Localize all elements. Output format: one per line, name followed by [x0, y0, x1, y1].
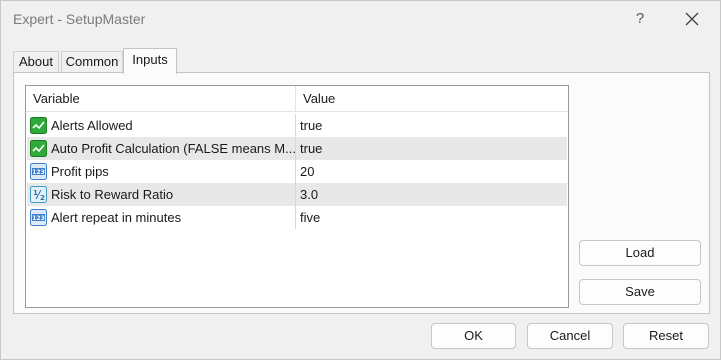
inputs-panel: Variable Value Alerts Allowed true Auto … — [13, 72, 710, 314]
variable-name: Alert repeat in minutes — [51, 210, 182, 225]
variable-value[interactable]: five — [300, 206, 560, 229]
title-bar: Expert - SetupMaster ? — [1, 1, 720, 37]
variable-name: Profit pips — [51, 164, 109, 179]
variable-name: Auto Profit Calculation (FALSE means M..… — [51, 141, 295, 156]
help-button[interactable]: ? — [627, 7, 653, 31]
cancel-button[interactable]: Cancel — [527, 323, 613, 349]
svg-text:123: 123 — [32, 215, 45, 222]
tab-inputs[interactable]: Inputs — [123, 48, 177, 74]
table-row[interactable]: 123 Profit pips 20 — [27, 160, 567, 183]
window-title: Expert - SetupMaster — [13, 11, 146, 27]
integer-icon: 123 — [30, 209, 47, 226]
close-icon — [685, 12, 699, 26]
integer-icon: 123 — [30, 163, 47, 180]
reset-button[interactable]: Reset — [623, 323, 709, 349]
variable-name: Alerts Allowed — [51, 118, 133, 133]
svg-text:123: 123 — [32, 169, 45, 176]
close-button[interactable] — [679, 7, 705, 31]
variable-value[interactable]: true — [300, 137, 560, 160]
table-row[interactable]: 1 2 Risk to Reward Ratio 3.0 — [27, 183, 567, 206]
inputs-grid[interactable]: Variable Value Alerts Allowed true Auto … — [25, 85, 569, 308]
column-header-value[interactable]: Value — [296, 86, 568, 112]
table-row[interactable]: Alerts Allowed true — [27, 114, 567, 137]
save-button[interactable]: Save — [579, 279, 701, 305]
boolean-icon — [30, 117, 47, 134]
table-row[interactable]: 123 Alert repeat in minutes five — [27, 206, 567, 229]
load-button[interactable]: Load — [579, 240, 701, 266]
variable-value[interactable]: 20 — [300, 160, 560, 183]
expert-dialog: Expert - SetupMaster ? About Common Inpu… — [0, 0, 721, 360]
ok-button[interactable]: OK — [431, 323, 516, 349]
variable-value[interactable]: 3.0 — [300, 183, 560, 206]
column-header-variable[interactable]: Variable — [26, 86, 296, 112]
boolean-icon — [30, 140, 47, 157]
grid-header: Variable Value — [26, 86, 568, 112]
variable-value[interactable]: true — [300, 114, 560, 137]
svg-text:2: 2 — [40, 194, 45, 202]
tab-common[interactable]: Common — [61, 51, 123, 73]
tab-about[interactable]: About — [13, 51, 59, 73]
variable-name: Risk to Reward Ratio — [51, 187, 174, 202]
double-icon: 1 2 — [30, 186, 47, 203]
table-row[interactable]: Auto Profit Calculation (FALSE means M..… — [27, 137, 567, 160]
